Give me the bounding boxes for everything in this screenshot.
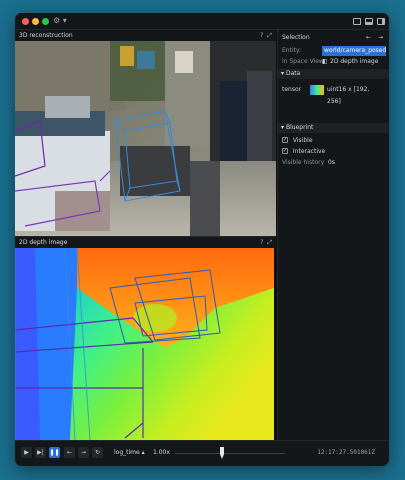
title-bar: ⚙ ▾ bbox=[15, 13, 389, 30]
collapse-chevron-icon: ▾ bbox=[281, 124, 285, 131]
space-view-row: in Space View: ◧ 2D depth image bbox=[282, 57, 385, 67]
help-icon[interactable]: ? bbox=[260, 239, 263, 246]
timeline-selector[interactable]: log_time ▴ bbox=[114, 449, 145, 456]
entity-label: Entity: bbox=[282, 47, 302, 54]
interactive-label: Interactive bbox=[292, 148, 326, 155]
pause-icon[interactable]: ❚❚ bbox=[49, 447, 60, 458]
visible-history-value[interactable]: 0s bbox=[328, 158, 335, 168]
bottom-panel-toggle-icon[interactable] bbox=[365, 18, 373, 25]
time-scrubber-track[interactable] bbox=[175, 453, 285, 454]
tensor-value: uint16 x [192, 256] bbox=[327, 86, 370, 105]
step-next-icon[interactable]: → bbox=[78, 447, 89, 458]
entity-row: Entity: world/camera_posed_low... bbox=[282, 46, 386, 56]
visible-checkbox[interactable]: ✓ bbox=[282, 136, 288, 143]
right-panel-toggle-icon[interactable] bbox=[377, 18, 385, 25]
visible-row[interactable]: ✓ Visible bbox=[282, 136, 385, 146]
maximize-view-icon[interactable]: ⤢ bbox=[267, 32, 272, 39]
time-cursor-handle[interactable] bbox=[220, 447, 224, 459]
depth-image bbox=[15, 248, 276, 440]
back-arrow-icon[interactable]: ← bbox=[366, 32, 371, 43]
view-title-2d: 2D depth image bbox=[19, 239, 68, 246]
view-header-2d: 2D depth image ? ⤢ bbox=[15, 237, 276, 248]
data-section-header[interactable]: ▾ Data bbox=[278, 69, 389, 79]
app-menu-icon[interactable]: ⚙ ▾ bbox=[53, 16, 67, 25]
view-3d-reconstruction[interactable] bbox=[15, 41, 276, 236]
visible-history-label: Visible history bbox=[282, 159, 325, 166]
visible-history-row: Visible history 0s bbox=[282, 158, 385, 168]
space-view-value[interactable]: 2D depth image bbox=[330, 57, 378, 67]
view-title-3d: 3D reconstruction bbox=[19, 32, 73, 39]
timeline-name: log_time bbox=[114, 449, 140, 456]
tensor-row: tensor uint16 x [192, 256] bbox=[282, 84, 385, 105]
entity-path-link[interactable]: world/camera_posed_low... bbox=[322, 46, 386, 56]
collapse-chevron-icon: ▾ bbox=[281, 70, 285, 77]
interactive-row[interactable]: ✓ Interactive bbox=[282, 147, 385, 157]
tensor-label: tensor bbox=[282, 86, 302, 93]
play-icon[interactable]: ▶ bbox=[21, 447, 32, 458]
left-panel-toggle-icon[interactable] bbox=[353, 18, 361, 25]
space-view-label: in Space View: bbox=[282, 58, 326, 65]
maximize-window-button[interactable] bbox=[42, 18, 49, 25]
view-3d-controls: ? ⤢ bbox=[260, 30, 272, 41]
help-icon[interactable]: ? bbox=[260, 32, 263, 39]
step-forward-icon[interactable]: ▶| bbox=[35, 447, 46, 458]
timeline-bar: ▶ ▶| ❚❚ ← → ↻ log_time ▴ 1.00x 12:17:27.… bbox=[15, 440, 389, 466]
maximize-view-icon[interactable]: ⤢ bbox=[267, 239, 272, 246]
interactive-checkbox[interactable]: ✓ bbox=[282, 147, 288, 154]
app-window: ⚙ ▾ 3D reconstruction ? ⤢ 2D depth image… bbox=[15, 13, 389, 466]
loop-icon[interactable]: ↻ bbox=[92, 447, 103, 458]
blueprint-section-header[interactable]: ▾ Blueprint bbox=[278, 123, 389, 133]
minimize-window-button[interactable] bbox=[32, 18, 39, 25]
space-view-icon: ◧ bbox=[322, 58, 328, 65]
point-cloud-scene bbox=[15, 41, 276, 236]
selection-header: Selection ← → bbox=[282, 32, 385, 43]
selection-title: Selection bbox=[282, 34, 310, 41]
data-section-title: Data bbox=[286, 70, 301, 77]
visible-label: Visible bbox=[292, 137, 313, 144]
view-header-3d: 3D reconstruction ? ⤢ bbox=[15, 30, 276, 41]
close-window-button[interactable] bbox=[22, 18, 29, 25]
selection-panel: Selection ← → Entity: world/camera_posed… bbox=[277, 30, 389, 440]
view-2d-controls: ? ⤢ bbox=[260, 237, 272, 248]
tensor-thumbnail[interactable] bbox=[310, 85, 324, 95]
view-2d-depth[interactable] bbox=[15, 248, 276, 440]
current-timestamp: 12:17:27.501061Z bbox=[317, 449, 375, 456]
playback-speed[interactable]: 1.00x bbox=[153, 449, 170, 456]
step-back-icon[interactable]: ← bbox=[64, 447, 75, 458]
forward-arrow-icon[interactable]: → bbox=[378, 32, 383, 43]
chevron-down-icon: ▴ bbox=[141, 449, 145, 456]
blueprint-section-title: Blueprint bbox=[286, 124, 314, 131]
